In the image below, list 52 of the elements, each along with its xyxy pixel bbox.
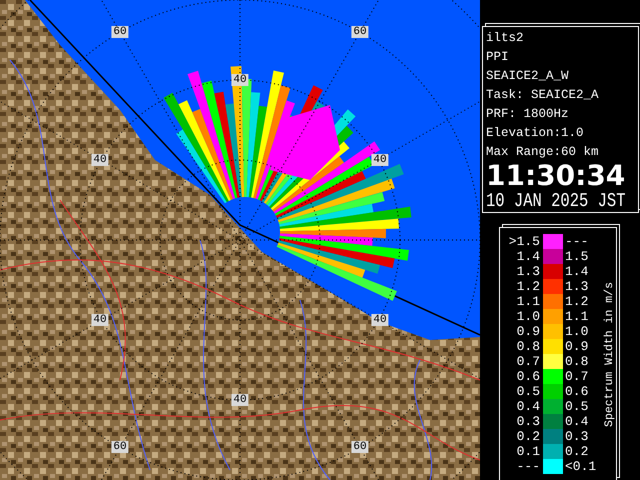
legend-value: 1.1: [516, 294, 541, 309]
legend-value: 0.6: [516, 369, 541, 384]
legend-value: 0.1: [516, 444, 541, 459]
range-label: 40: [371, 314, 389, 326]
legend-value: 0.3: [516, 414, 541, 429]
legend-value: 1.1: [564, 309, 590, 324]
legend-value: 1.5: [564, 249, 590, 264]
legend-value: 0.5: [564, 399, 590, 414]
info-text: PPI: [486, 49, 510, 66]
legend-value: 1.2: [564, 294, 590, 309]
info-text: SEAICE2_A_W: [486, 68, 570, 85]
legend-value: 0.5: [516, 384, 541, 399]
legend-value: 1.0: [564, 324, 590, 339]
scan-date: 10 JAN 2025 JST: [486, 188, 627, 214]
range-label: 60: [111, 26, 129, 38]
legend-value: ---: [564, 234, 590, 249]
range-label: 40: [231, 74, 249, 86]
legend-value: 0.8: [564, 354, 590, 369]
info-text: Max Range:60 km: [486, 144, 600, 161]
legend-value: 0.7: [564, 369, 590, 384]
legend-value: 1.3: [516, 264, 541, 279]
info-text: Elevation:1.0: [486, 125, 585, 142]
legend-value: 1.3: [564, 279, 590, 294]
legend-value: 0.6: [564, 384, 590, 399]
legend-value: <0.1: [564, 459, 598, 474]
legend-value: 0.7: [516, 354, 541, 369]
legend-value: >1.5: [508, 234, 541, 249]
legend-value: 0.3: [564, 429, 590, 444]
info-text: PRF: 1800Hz: [486, 106, 570, 123]
legend-value: 0.2: [564, 444, 590, 459]
legend-value: 0.2: [516, 429, 541, 444]
legend-value: 0.4: [516, 399, 541, 414]
legend-value: 0.9: [516, 324, 541, 339]
legend-value: 0.4: [564, 414, 590, 429]
range-label: 60: [351, 441, 369, 453]
range-label: 40: [91, 154, 109, 166]
range-label: 60: [351, 26, 369, 38]
info-text: Task: SEAICE2_A: [486, 87, 600, 104]
legend-value: 1.0: [516, 309, 541, 324]
legend-value: 0.8: [516, 339, 541, 354]
legend-value: ---: [516, 459, 541, 474]
range-label: 60: [111, 441, 129, 453]
legend-value: 0.9: [564, 339, 590, 354]
range-label: 40: [231, 394, 249, 406]
legend-value: 1.4: [564, 264, 590, 279]
info-text: ilts2: [486, 30, 525, 47]
range-label: 40: [91, 314, 109, 326]
scan-time: 11:30:34: [486, 162, 626, 190]
legend-value: 1.2: [516, 279, 541, 294]
legend-value: 1.4: [516, 249, 541, 264]
range-label: 40: [371, 154, 389, 166]
legend-title: Spectrum Width in m/s: [603, 282, 616, 426]
